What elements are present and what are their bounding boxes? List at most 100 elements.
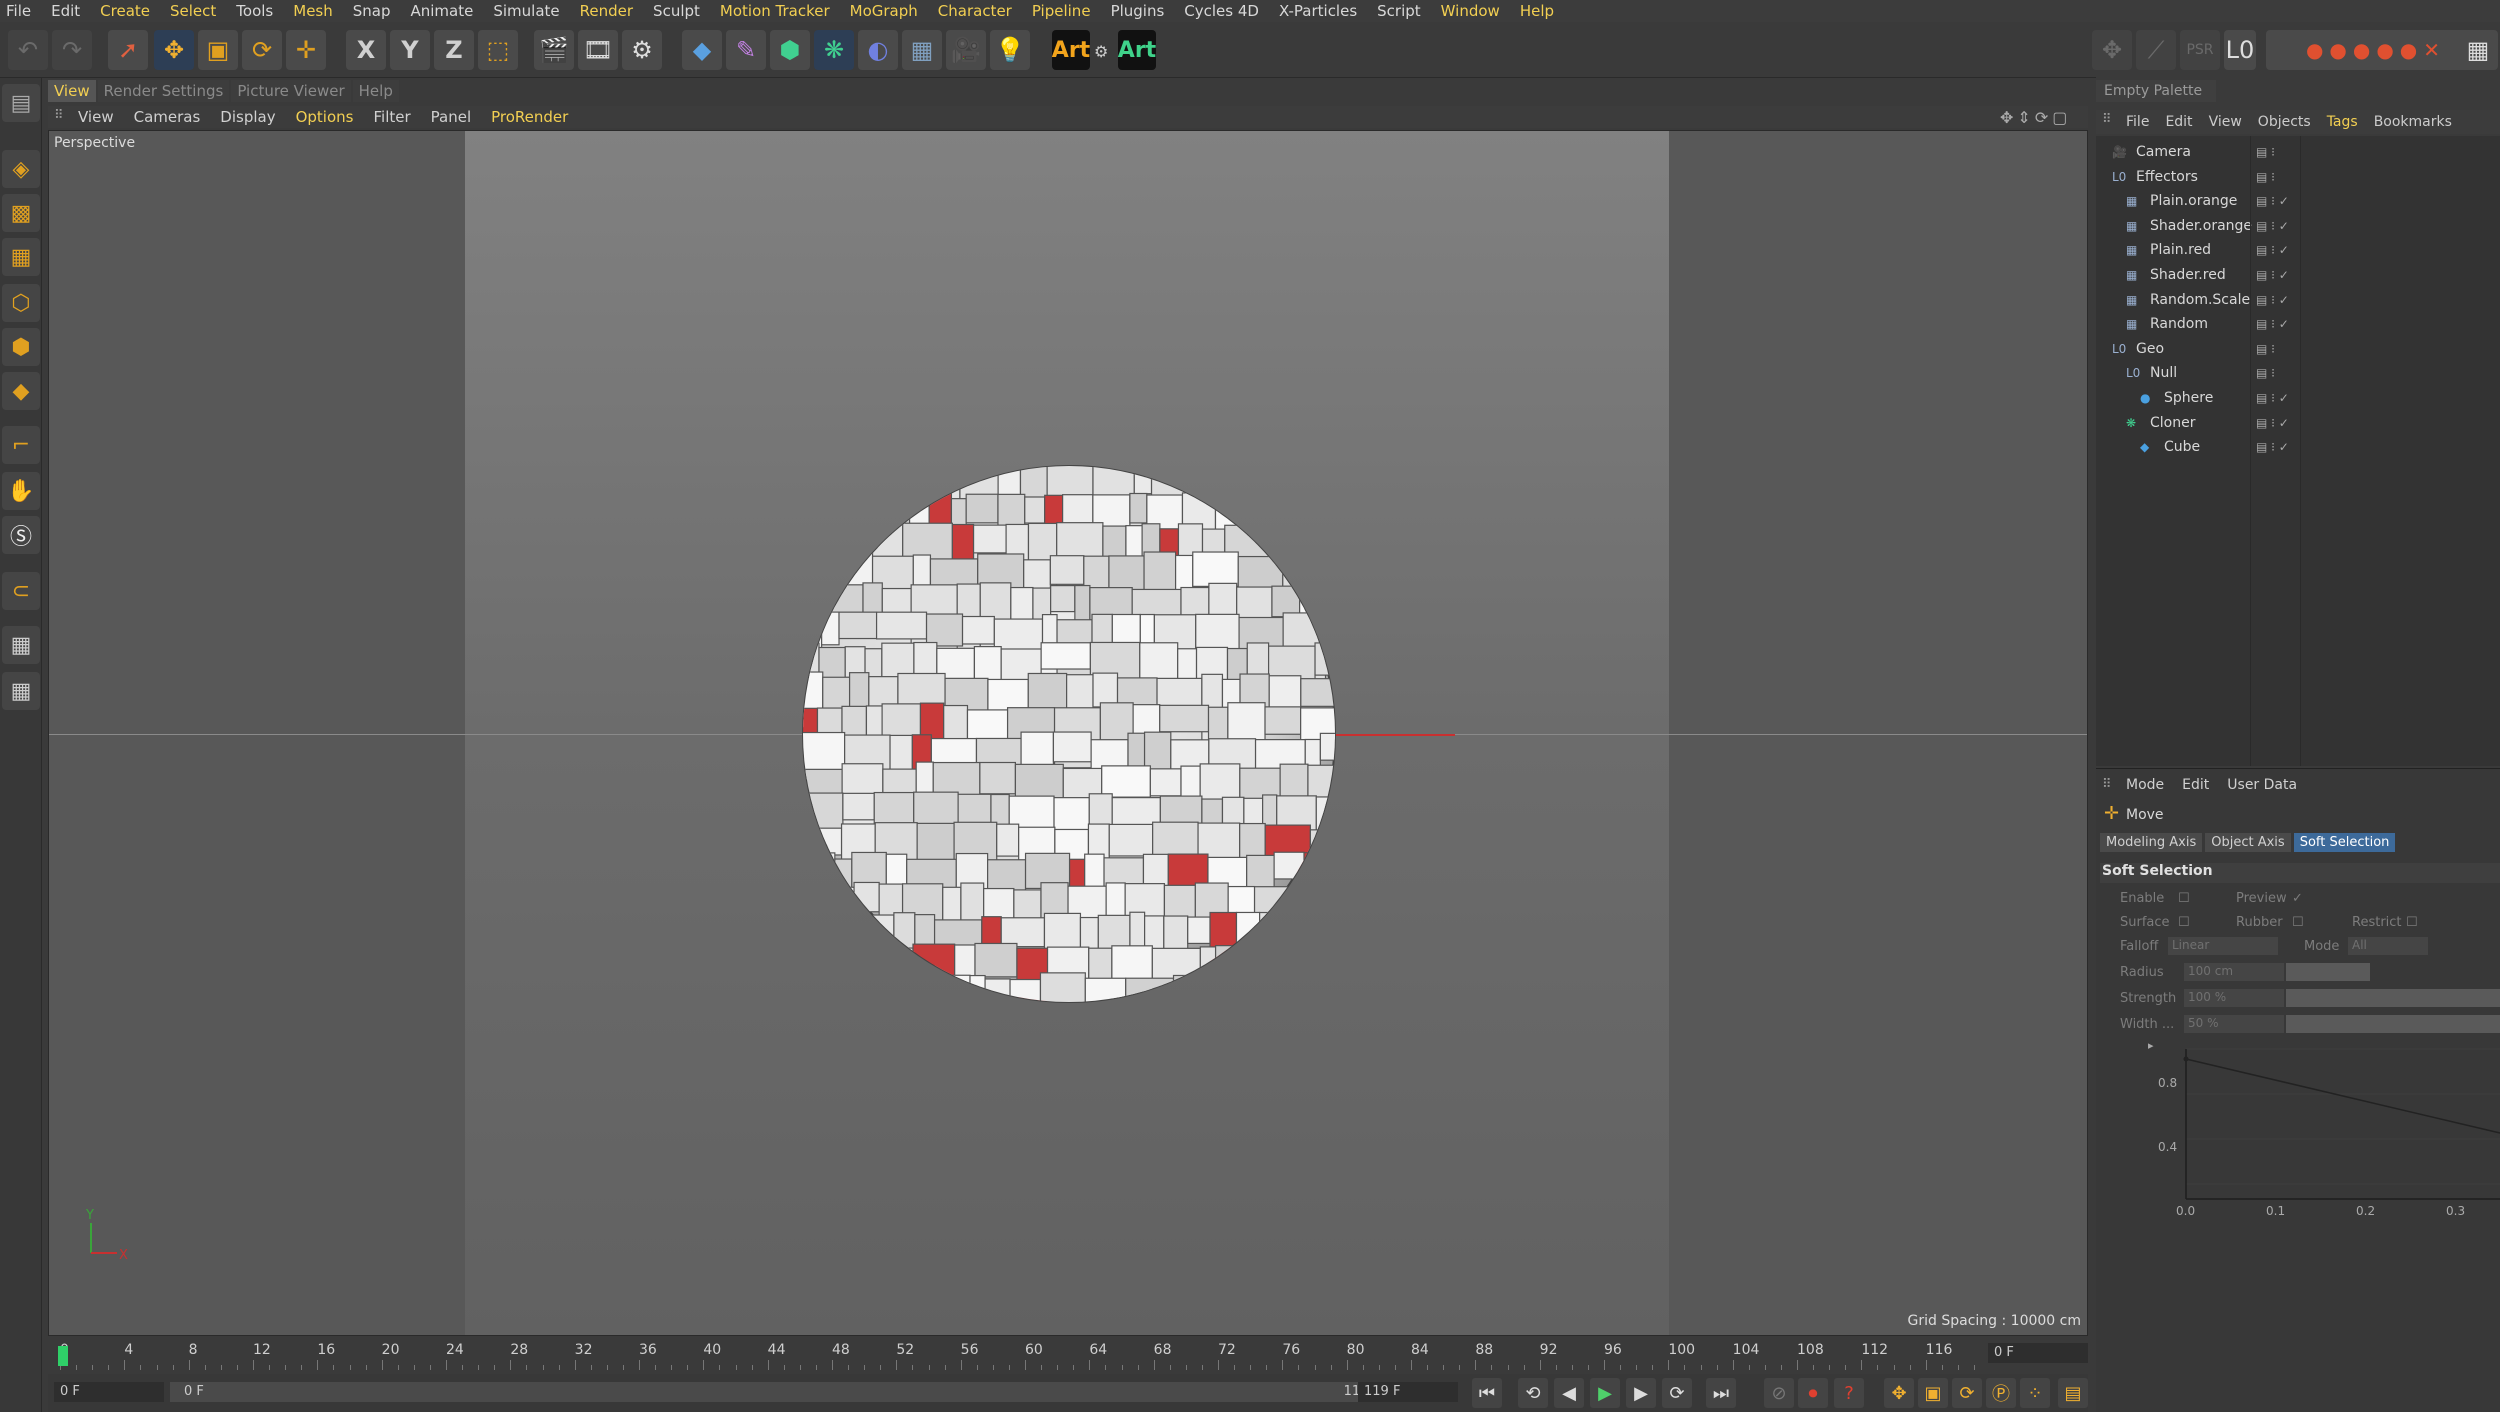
model-mode-icon[interactable]: ◈ <box>2 150 40 188</box>
lock-workplane-icon[interactable]: ▦ <box>2 626 40 664</box>
surface-checkbox[interactable]: ☐ <box>2178 915 2190 930</box>
next-key-icon[interactable]: ⟳ <box>1662 1378 1692 1408</box>
om-menu-view[interactable]: View <box>2209 114 2242 130</box>
viewport-menu-cameras[interactable]: Cameras <box>134 108 201 126</box>
object-row-sphere[interactable]: ● Sphere ▤ ⁝ ✓ <box>2096 386 2500 410</box>
workplane-mode-icon[interactable]: ▦ <box>2 238 40 276</box>
go-to-start-icon[interactable]: ⏮ <box>1472 1378 1502 1408</box>
radius-slider[interactable] <box>2286 963 2370 981</box>
snap-icon[interactable]: ✥ <box>2092 30 2132 70</box>
tab-view[interactable]: View <box>48 80 96 102</box>
key-position-icon[interactable]: ✥ <box>1884 1378 1914 1408</box>
menu-file[interactable]: File <box>6 2 31 20</box>
render-picture-viewer-icon[interactable]: 🎞 <box>578 30 618 70</box>
object-row-geo[interactable]: L0 Geo ▤ ⁝ <box>2096 337 2500 361</box>
tab-picture-viewer[interactable]: Picture Viewer <box>231 80 351 102</box>
timeline[interactable]: 0481216202428323640444852566064687276808… <box>48 1338 2088 1370</box>
tab-help[interactable]: Help <box>352 80 399 102</box>
visibility-toggle-icon[interactable]: ▤ ⁝ ✓ <box>2256 416 2289 430</box>
end-frame-field[interactable]: 119 F <box>1358 1382 1458 1402</box>
edges-mode-icon[interactable]: ⬢ <box>2 328 40 366</box>
visibility-toggle-icon[interactable]: ▤ ⁝ ✓ <box>2256 293 2289 307</box>
am-menu-user-data[interactable]: User Data <box>2227 777 2297 793</box>
falloff-dropdown[interactable]: Linear <box>2168 937 2278 955</box>
workplane-icon[interactable]: ⟋ <box>2136 30 2176 70</box>
gear-icon[interactable]: ⚙ <box>1094 42 1108 61</box>
solo-icon[interactable]: Ⓢ <box>2 516 40 554</box>
menu-pipeline[interactable]: Pipeline <box>1032 2 1091 20</box>
tab-object-axis[interactable]: Object Axis <box>2205 833 2291 852</box>
viewport-navigation-icons[interactable]: ✥⇕⟳▢ <box>2000 108 2071 127</box>
go-to-end-icon[interactable]: ⏭ <box>1706 1378 1736 1408</box>
scale-tool-icon[interactable]: ▣ <box>198 30 238 70</box>
start-frame-field[interactable]: 0 F <box>54 1382 164 1402</box>
points-mode-icon[interactable]: ⬡ <box>2 284 40 322</box>
object-row-camera[interactable]: 🎥 Camera ▤ ⁝ <box>2096 140 2500 164</box>
visibility-toggle-icon[interactable]: ▤ ⁝ <box>2256 342 2275 356</box>
menu-script[interactable]: Script <box>1377 2 1421 20</box>
key-parameter-icon[interactable]: Ⓟ <box>1986 1378 2016 1408</box>
visibility-toggle-icon[interactable]: ▤ ⁝ ✓ <box>2256 268 2289 282</box>
om-menu-file[interactable]: File <box>2126 114 2149 130</box>
menu-sculpt[interactable]: Sculpt <box>653 2 700 20</box>
play-icon[interactable]: ▶ <box>1590 1378 1620 1408</box>
make-editable-icon[interactable]: ▤ <box>2 84 40 122</box>
tab-soft-selection[interactable]: Soft Selection <box>2293 833 2396 852</box>
key-pla-icon[interactable]: ⁘ <box>2020 1378 2050 1408</box>
z-axis-lock-button[interactable]: Z <box>434 30 474 70</box>
animation-keys-icon[interactable]: ●●●●●✕ <box>2266 30 2486 70</box>
next-frame-icon[interactable]: ▶ <box>1626 1378 1656 1408</box>
previous-key-icon[interactable]: ⟲ <box>1518 1378 1548 1408</box>
transform-tool-icon[interactable]: ✛ <box>286 30 326 70</box>
restrict-checkbox[interactable]: ☐ <box>2406 915 2418 930</box>
menu-help[interactable]: Help <box>1520 2 1554 20</box>
autokey-icon[interactable]: ? <box>1834 1378 1864 1408</box>
tab-render-settings[interactable]: Render Settings <box>97 80 230 102</box>
menu-tools[interactable]: Tools <box>236 2 273 20</box>
radius-field[interactable]: 100 cm <box>2184 963 2284 981</box>
object-row-cube[interactable]: ◆ Cube ▤ ⁝ ✓ <box>2096 435 2500 459</box>
frame-range-slider[interactable]: 0 F 119 F <box>170 1382 1400 1402</box>
x-axis-lock-button[interactable]: X <box>346 30 386 70</box>
menu-window[interactable]: Window <box>1441 2 1500 20</box>
subdivision-icon[interactable]: ⬢ <box>770 30 810 70</box>
snap-magnet-icon[interactable]: ⊂ <box>2 572 40 610</box>
viewport-menu-view[interactable]: View <box>78 108 114 126</box>
tab-modeling-axis[interactable]: Modeling Axis <box>2100 833 2203 852</box>
menu-x-particles[interactable]: X-Particles <box>1279 2 1357 20</box>
previous-frame-icon[interactable]: ◀ <box>1554 1378 1584 1408</box>
object-row-plain-red[interactable]: ▦ Plain.red ▤ ⁝ ✓ <box>2096 238 2500 262</box>
menu-render[interactable]: Render <box>580 2 633 20</box>
cloner-icon[interactable]: ❋ <box>814 30 854 70</box>
perspective-viewport[interactable]: Perspective Grid Spacing : 10000 cm Y X <box>48 130 2088 1336</box>
visibility-toggle-icon[interactable]: ▤ ⁝ ✓ <box>2256 391 2289 405</box>
object-row-cloner[interactable]: ❋ Cloner ▤ ⁝ ✓ <box>2096 411 2500 435</box>
viewport-menu-prorender[interactable]: ProRender <box>491 108 568 126</box>
menu-mograph[interactable]: MoGraph <box>850 2 918 20</box>
tweak-mode-icon[interactable]: ✋ <box>2 472 40 510</box>
am-menu-mode[interactable]: Mode <box>2126 777 2164 793</box>
menu-edit[interactable]: Edit <box>51 2 80 20</box>
visibility-toggle-icon[interactable]: ▤ ⁝ ✓ <box>2256 440 2289 454</box>
render-view-icon[interactable]: 🎬 <box>534 30 574 70</box>
polygons-mode-icon[interactable]: ◆ <box>2 372 40 410</box>
floor-icon[interactable]: ▦ <box>902 30 942 70</box>
record-icon[interactable]: ⏺ <box>1798 1378 1828 1408</box>
object-row-shader-red[interactable]: ▦ Shader.red ▤ ⁝ ✓ <box>2096 263 2500 287</box>
visibility-toggle-icon[interactable]: ▤ ⁝ ✓ <box>2256 243 2289 257</box>
cloner-sphere-object[interactable] <box>799 463 1377 1052</box>
menu-motion-tracker[interactable]: Motion Tracker <box>720 2 830 20</box>
object-row-plain-orange[interactable]: ▦ Plain.orange ▤ ⁝ ✓ <box>2096 189 2500 213</box>
texture-mode-icon[interactable]: ▩ <box>2 194 40 232</box>
layout-icon[interactable]: ▦ <box>2458 30 2498 70</box>
visibility-toggle-icon[interactable]: ▤ ⁝ ✓ <box>2256 219 2289 233</box>
axis-mode-icon[interactable]: ⌐ <box>2 426 40 464</box>
menu-animate[interactable]: Animate <box>411 2 474 20</box>
psr-icon[interactable]: PSR <box>2180 30 2220 70</box>
om-menu-objects[interactable]: Objects <box>2258 114 2311 130</box>
viewport-menu-panel[interactable]: Panel <box>431 108 471 126</box>
redo-icon[interactable]: ↷ <box>52 30 92 70</box>
menu-cycles-4d[interactable]: Cycles 4D <box>1184 2 1259 20</box>
pen-tool-icon[interactable]: ✎ <box>726 30 766 70</box>
timeline-window-icon[interactable]: ▤ <box>2058 1378 2088 1408</box>
